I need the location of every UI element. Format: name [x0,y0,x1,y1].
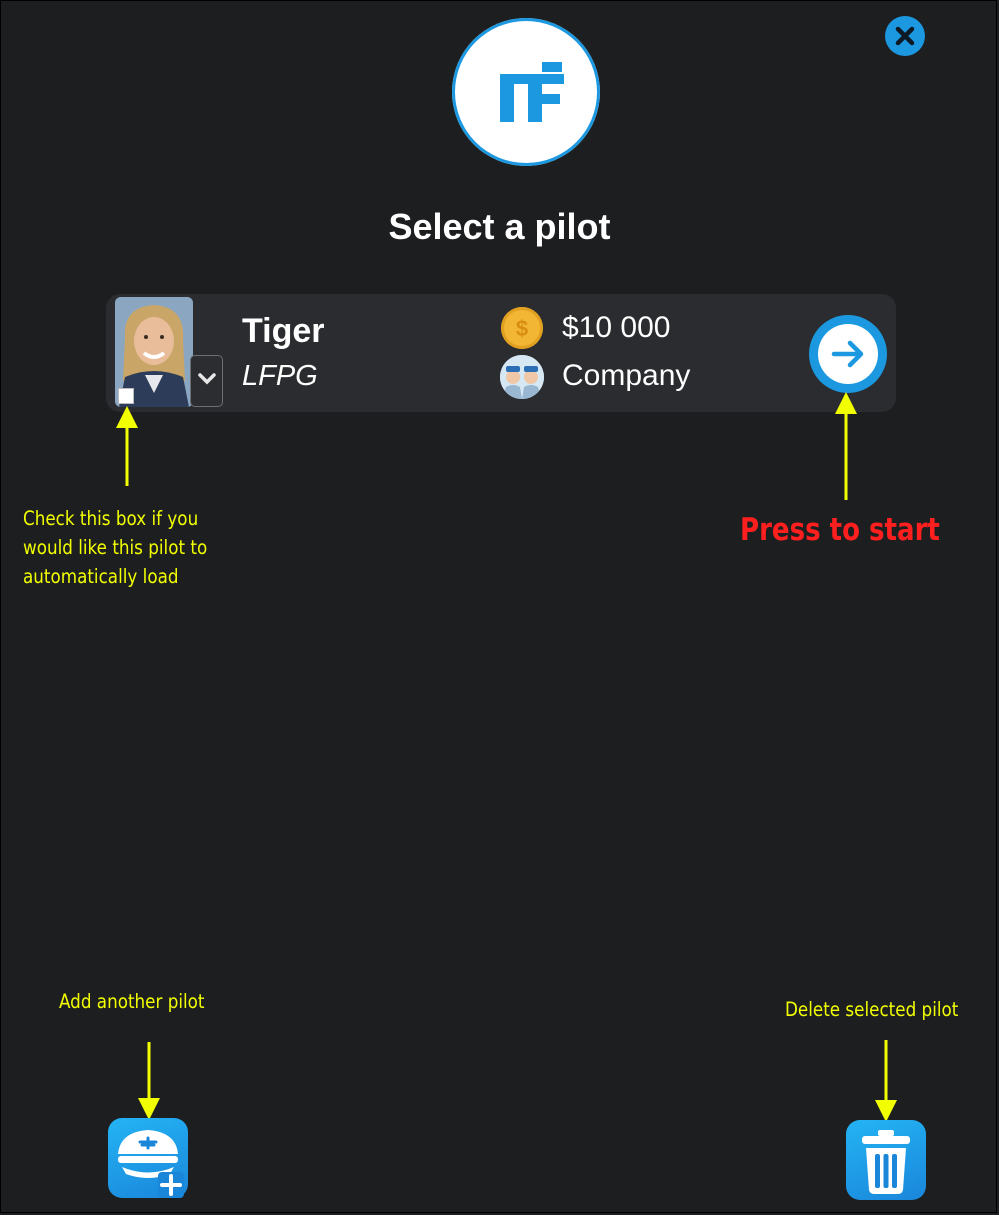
pilot-name: Tiger [242,312,325,350]
close-button[interactable] [885,16,925,56]
arrow-right-icon [818,324,878,384]
page-title: Select a pilot [388,206,611,247]
trash-icon [862,1130,910,1194]
checkbox-hint-line: Check this box if you [23,507,199,530]
pilot-affiliation: Company [562,359,691,392]
nf-logo-icon [500,62,564,122]
chevron-down-icon [198,373,216,385]
checkbox-hint-line: automatically load [23,565,179,588]
delete-pilot-button[interactable] [846,1120,926,1200]
coin-icon: $ [501,307,543,349]
checkbox-hint-line: would like this pilot to [23,536,208,559]
pilot-airport: LFPG [242,360,318,392]
close-icon [895,26,915,46]
pilot-cap-add-icon [118,1130,184,1198]
autoload-checkbox[interactable] [118,388,134,404]
pilot-dropdown-button[interactable] [190,355,223,407]
add-pilot-hint: Add another pilot [59,990,205,1013]
add-pilot-button[interactable] [108,1118,188,1198]
annotation-arrows [116,392,897,1122]
checkbox-hint: Check this box if you would like this pi… [23,504,207,591]
start-hint: Press to start [740,512,940,548]
start-button[interactable] [809,315,887,393]
app-logo [452,18,600,166]
svg-text:$: $ [516,316,528,341]
pilot-money: $10 000 [562,311,671,344]
window-frame [0,0,997,1213]
delete-pilot-hint: Delete selected pilot [785,998,959,1021]
company-icon [500,355,544,399]
